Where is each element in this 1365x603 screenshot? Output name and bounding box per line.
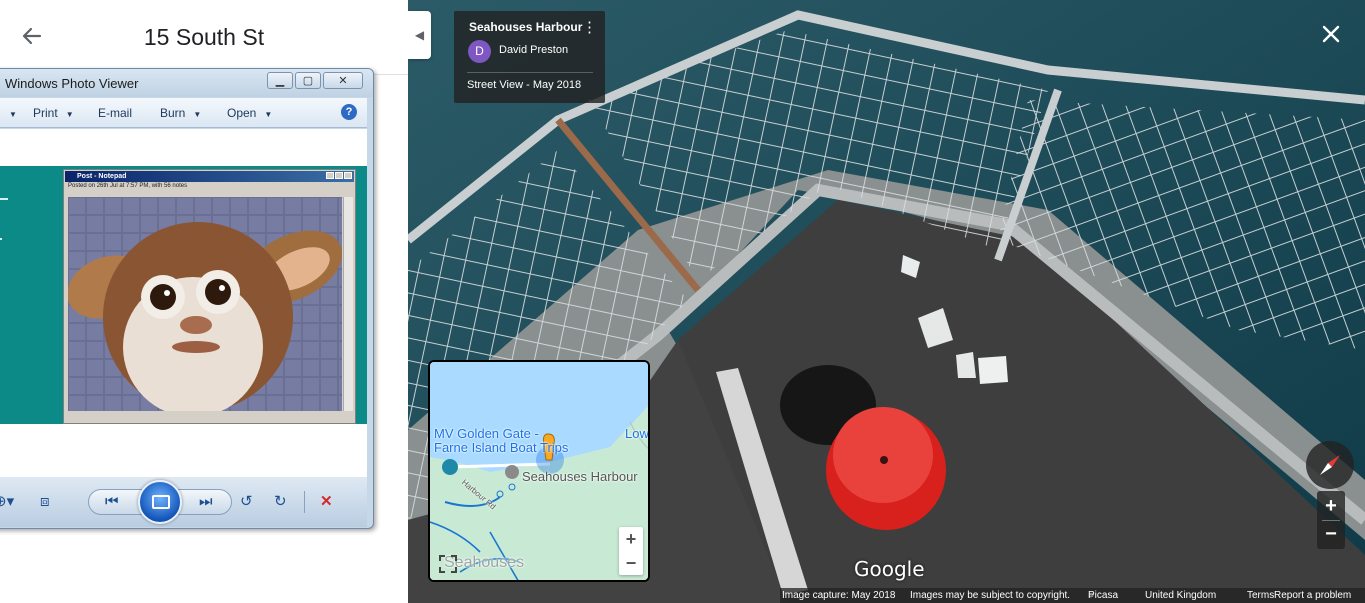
- map-label-harbour: Seahouses Harbour: [522, 469, 638, 484]
- notepad-scrollbar: [343, 197, 353, 411]
- place-title[interactable]: Seahouses Harbour: [469, 20, 582, 34]
- zoom-out-button[interactable]: −: [1317, 520, 1345, 548]
- fit-window-icon: ⧈: [40, 493, 50, 510]
- map-label-ferry-2: Farne Island Boat Trips: [434, 440, 569, 455]
- rotate-right-icon: ↻: [274, 493, 287, 510]
- notepad-window: Post - Notepad Posted on 26th Jul at 7:5…: [63, 169, 356, 424]
- terms-link[interactable]: Terms: [1247, 588, 1274, 603]
- street-view-info-card: Seahouses Harbour ⋮ D David Preston Stre…: [454, 11, 605, 103]
- photo-viewer-controls: ⊕▾ ⧈ ⏮ ⏭ ↺ ↻ ✕: [0, 477, 367, 527]
- maximize-icon: ▢: [295, 72, 321, 89]
- author-name[interactable]: David Preston: [499, 44, 568, 56]
- author-avatar[interactable]: D: [468, 40, 491, 63]
- rotate-left-icon: ↺: [240, 493, 253, 510]
- window-controls: ▁ ▢ ✕: [267, 72, 363, 89]
- minimize-icon: ▁: [267, 72, 293, 89]
- page-title: 15 South St: [143, 24, 265, 50]
- photo-viewer-menubar: ▼ Print ▼ E-mail Burn ▼ Open ▼ ?: [0, 98, 367, 128]
- side-panel: 15 South St Windows Photo Viewer ▁ ▢ ✕ ▼…: [0, 0, 408, 603]
- close-icon[interactable]: [1319, 22, 1343, 46]
- zoom-in-button[interactable]: +: [1317, 492, 1345, 520]
- menu-email: E-mail: [98, 106, 133, 120]
- capture-date[interactable]: Street View - May 2018: [467, 79, 581, 91]
- image-capture-text: Image capture: May 2018: [782, 590, 896, 601]
- photo-viewer-titlebar: Windows Photo Viewer ▁ ▢ ✕: [0, 69, 373, 97]
- help-icon: ?: [341, 104, 357, 120]
- map-zoom-out-button[interactable]: −: [619, 551, 643, 575]
- compass-icon[interactable]: [1306, 441, 1354, 489]
- mini-map[interactable]: MV Golden Gate - Farne Island Boat Trips…: [428, 360, 650, 582]
- collapse-panel-button[interactable]: ◀: [408, 11, 431, 59]
- footer-bar: Image capture: May 2018 Images may be su…: [780, 588, 1365, 603]
- map-label-ferry: MV Golden Gate -: [434, 426, 539, 441]
- copyright-text: Images may be subject to copyright.: [910, 590, 1071, 601]
- screen: 15 South St Windows Photo Viewer ▁ ▢ ✕ ▼…: [0, 0, 1365, 603]
- fullscreen-icon[interactable]: [438, 554, 458, 574]
- photo-canvas: Post - Notepad Posted on 26th Jul at 7:5…: [0, 129, 367, 494]
- more-options-icon[interactable]: ⋮: [582, 20, 597, 35]
- menu-print: Print ▼: [33, 106, 74, 120]
- street-view-panorama[interactable]: ◀ Seahouses Harbour ⋮ D David Preston St…: [408, 0, 1365, 603]
- region-link[interactable]: United Kingdom: [1145, 588, 1216, 603]
- divider: [467, 72, 593, 73]
- report-problem-link[interactable]: Report a problem: [1274, 588, 1351, 603]
- menu-caret-icon: ▼: [9, 110, 17, 119]
- notepad-controls: [326, 172, 352, 179]
- previous-icon: ⏮: [105, 493, 119, 510]
- map-label-low: Low: [625, 426, 649, 441]
- close-window-icon: ✕: [323, 72, 363, 89]
- photo-viewer-image[interactable]: Windows Photo Viewer ▁ ▢ ✕ ▼ Print ▼ E-ma…: [0, 68, 374, 529]
- slideshow-icon: [138, 480, 182, 524]
- photo-viewer-title: Windows Photo Viewer: [5, 76, 139, 91]
- zoom-controls: + −: [1317, 491, 1345, 549]
- mini-map-zoom: + −: [619, 527, 643, 575]
- divider: [372, 74, 408, 75]
- zoom-dropdown-icon: ⊕▾: [0, 493, 15, 510]
- google-logo: Google: [854, 557, 925, 581]
- gremlin-photo: [68, 197, 342, 411]
- delete-icon: ✕: [320, 493, 333, 510]
- menu-burn: Burn ▼: [160, 106, 202, 120]
- notepad-title: Post - Notepad: [65, 171, 354, 182]
- map-zoom-in-button[interactable]: +: [619, 527, 643, 551]
- next-icon: ⏭: [199, 493, 213, 510]
- menu-open: Open ▼: [227, 106, 273, 120]
- notepad-subtitle: Posted on 26th Jul at 7:57 PM, with 56 n…: [68, 183, 188, 189]
